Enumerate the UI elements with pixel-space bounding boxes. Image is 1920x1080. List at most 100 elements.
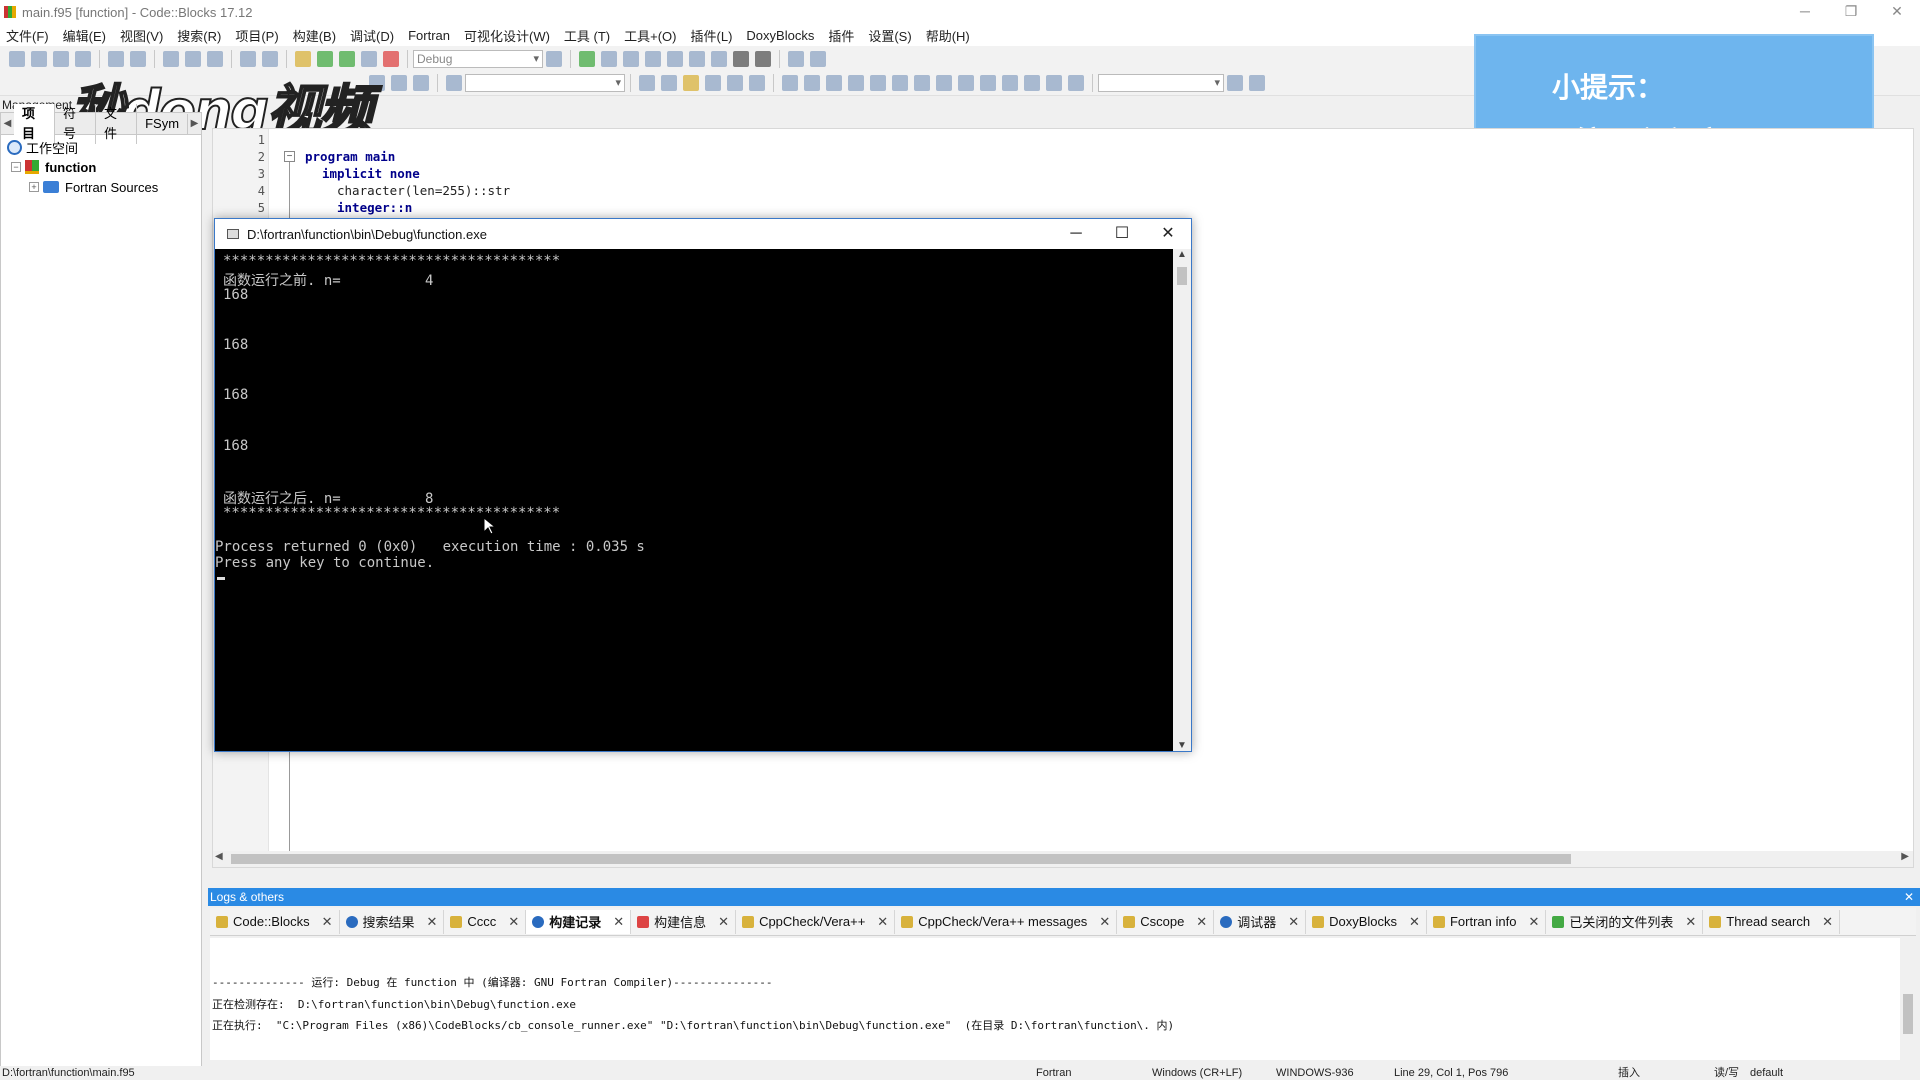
log-tab-close-icon[interactable]: ✕ [1409,914,1420,930]
scrollbar-thumb[interactable] [1903,994,1913,1034]
tab-scroll-left-icon[interactable]: ◀ [1,118,14,129]
console-minimize-button[interactable]: ─ [1053,219,1099,249]
menu-edit[interactable]: 编辑(E) [63,26,106,45]
log-tab-close-icon[interactable]: ✕ [1528,914,1539,930]
open-file-icon[interactable] [31,50,47,67]
target-options-icon[interactable] [546,50,562,67]
menu-help[interactable]: 帮助(H) [926,26,970,45]
console-window[interactable]: D:\fortran\function\bin\Debug\function.e… [214,218,1192,752]
zoom-out-icon[interactable] [1024,74,1040,91]
log-tab[interactable]: CppCheck/Vera++ ✕ [736,909,896,934]
scroll-right-icon[interactable]: ▶ [1901,851,1909,862]
regex-icon[interactable] [749,74,765,91]
menu-plugins-2[interactable]: 插件 [828,26,854,45]
minimize-button[interactable]: ─ [1782,0,1828,24]
debug-start-icon[interactable] [579,50,595,67]
replace-icon[interactable] [262,50,278,67]
log-tab[interactable]: Cscope ✕ [1117,909,1215,934]
log-tab[interactable]: 调试器 ✕ [1214,909,1307,934]
menu-search[interactable]: 搜索(R) [177,26,221,45]
log-tab[interactable]: Thread search ✕ [1703,909,1840,934]
stop-debugger-icon[interactable] [755,50,771,67]
wrench-icon[interactable] [1249,74,1265,91]
log-tab[interactable]: 构建信息 ✕ [631,909,737,934]
scroll-left-icon[interactable]: ◀ [215,851,223,862]
rebuild-icon[interactable] [361,50,377,67]
log-tab[interactable]: 搜索结果 ✕ [340,909,445,934]
log-tab-close-icon[interactable]: ✕ [613,914,624,930]
log-tab-close-icon[interactable]: ✕ [1099,914,1110,930]
form-icon[interactable] [848,74,864,91]
console-close-button[interactable]: ✕ [1145,219,1191,249]
log-tab[interactable]: Fortran info ✕ [1427,909,1547,934]
jump-forward-icon[interactable] [413,74,429,91]
close-button[interactable]: ✕ [1874,0,1920,24]
log-tab-close-icon[interactable]: ✕ [1288,914,1299,930]
log-tab-close-icon[interactable]: ✕ [1196,914,1207,930]
scrollbar-thumb[interactable] [231,854,1571,864]
function-select[interactable] [465,73,625,92]
log-tab[interactable]: CppCheck/Vera++ messages ✕ [895,909,1118,934]
jump-back-icon[interactable] [369,74,385,91]
expand-icon[interactable]: + [29,182,39,192]
s-icon[interactable] [1046,74,1062,91]
maximize-button[interactable]: ❐ [1828,0,1874,24]
step-into-icon[interactable] [645,50,661,67]
frame-icon[interactable] [804,74,820,91]
box2-icon[interactable] [958,74,974,91]
tab-scroll-right-icon[interactable]: ▶ [188,118,201,129]
build-and-run-icon[interactable] [339,50,355,67]
box-icon[interactable] [936,74,952,91]
logs-close-icon[interactable]: ✕ [1904,888,1914,906]
step-instruction-icon[interactable] [711,50,727,67]
log-tab[interactable]: DoxyBlocks ✕ [1306,909,1427,934]
menu-tools[interactable]: 工具 (T) [564,26,610,45]
log-tab-close-icon[interactable]: ✕ [427,914,438,930]
log-tab[interactable]: 已关闭的文件列表 ✕ [1546,909,1704,934]
menu-doxyblocks[interactable]: DoxyBlocks [746,28,814,43]
menu-file[interactable]: 文件(F) [6,26,49,45]
menu-plugins[interactable]: 插件(L) [691,26,733,45]
highlight-icon[interactable] [683,74,699,91]
copy-icon[interactable] [185,50,201,67]
build-gear-icon[interactable] [295,50,311,67]
box3-icon[interactable] [980,74,996,91]
cut-icon[interactable] [163,50,179,67]
menu-settings[interactable]: 设置(S) [868,26,911,45]
selection-icon[interactable] [705,74,721,91]
pointer-icon[interactable] [782,74,798,91]
align-center-icon[interactable] [892,74,908,91]
menu-visual-design[interactable]: 可视化设计(W) [464,26,550,45]
log-tab-close-icon[interactable]: ✕ [718,914,729,930]
save-icon[interactable] [53,50,69,67]
search-icon[interactable] [1227,74,1243,91]
match-case-icon[interactable] [727,74,743,91]
image-icon[interactable] [826,74,842,91]
info-icon[interactable] [810,50,826,67]
scroll-up-icon[interactable]: ▲ [1177,249,1187,260]
menu-view[interactable]: 视图(V) [120,26,163,45]
log-tab[interactable]: 构建记录 ✕ [526,909,632,934]
run-to-cursor-icon[interactable] [601,50,617,67]
tree-project[interactable]: − function [1,157,201,177]
bookmark-icon[interactable] [391,74,407,91]
step-out-icon[interactable] [667,50,683,67]
log-tab[interactable]: Cccc ✕ [444,909,527,934]
logs-vertical-scrollbar[interactable] [1900,938,1916,1060]
run-icon[interactable] [317,50,333,67]
log-tab-close-icon[interactable]: ✕ [322,914,333,930]
save-all-icon[interactable] [75,50,91,67]
editor-horizontal-scrollbar[interactable]: ◀ ▶ [213,851,1913,867]
scroll-down-icon[interactable]: ▼ [1177,740,1187,751]
log-tab-close-icon[interactable]: ✕ [1685,914,1696,930]
menu-build[interactable]: 构建(B) [293,26,336,45]
align-right-icon[interactable] [914,74,930,91]
menu-project[interactable]: 项目(P) [235,26,278,45]
log-tab[interactable]: Code::Blocks ✕ [210,909,340,934]
tab-files[interactable]: 文件 [96,103,138,144]
align-left-icon[interactable] [870,74,886,91]
nav-forward-icon[interactable] [661,74,677,91]
redo-icon[interactable] [130,50,146,67]
build-target-select[interactable]: Debug [413,49,543,68]
log-tab-close-icon[interactable]: ✕ [877,914,888,930]
